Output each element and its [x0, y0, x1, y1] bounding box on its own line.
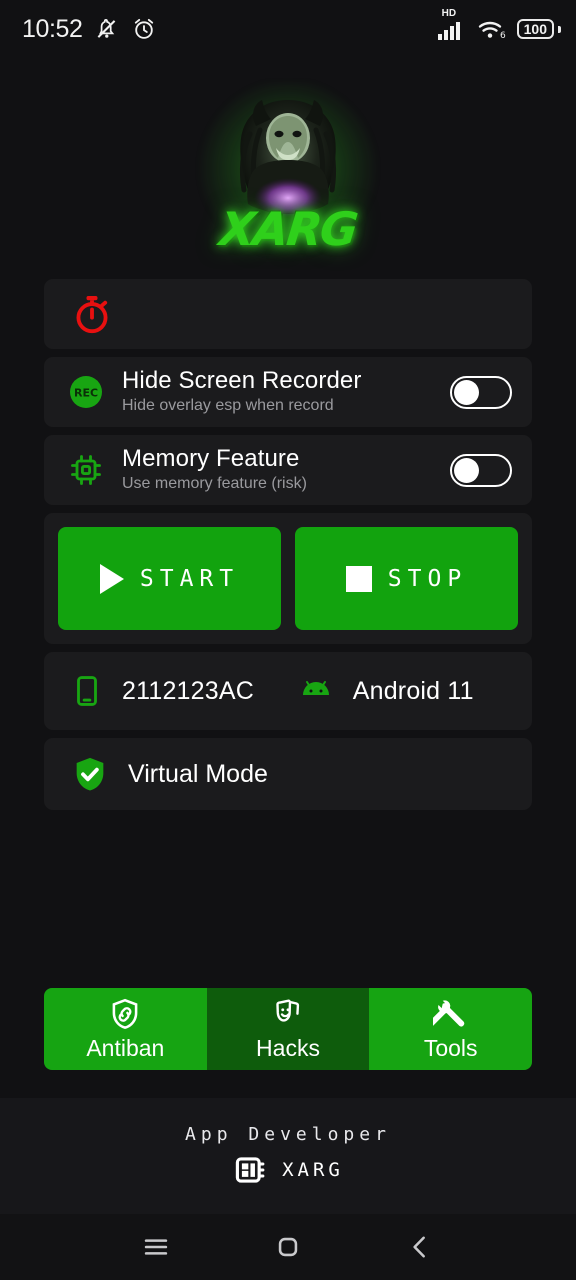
svg-text:REC: REC [74, 387, 98, 400]
tab-hacks-label: Hacks [256, 1035, 320, 1061]
start-button-label: START [139, 565, 240, 592]
footer-developer: XARG [232, 1152, 344, 1188]
timer-card[interactable] [44, 279, 532, 349]
tab-tools[interactable]: Tools [369, 988, 532, 1070]
status-time: 10:52 [22, 14, 83, 43]
battery-indicator: 100 [516, 19, 554, 39]
device-model: 2112123AC [122, 676, 255, 705]
tab-tools-label: Tools [423, 1035, 478, 1061]
signal-bars-icon: HD [437, 8, 467, 41]
theater-masks-icon [276, 999, 300, 1022]
chip-dashboard-icon [235, 1157, 265, 1183]
bell-muted-icon [97, 19, 115, 38]
start-button[interactable]: START [58, 527, 281, 630]
row-subtitle: Hide overlay esp when record [122, 396, 334, 414]
status-bar-right: HD 6 100 [437, 8, 554, 41]
stop-button[interactable]: STOP [295, 527, 518, 630]
footer-title: App Developer [185, 1124, 391, 1145]
android-robot-icon [302, 681, 329, 695]
footer-developer-name: XARG [282, 1159, 344, 1181]
android-nav-bar [0, 1214, 576, 1280]
row-hide-screen-recorder[interactable]: REC Hide Screen Recorder Hide overlay es… [44, 357, 532, 427]
shield-check-icon [76, 757, 104, 791]
tab-antiban[interactable]: Antiban [44, 988, 207, 1070]
hd-label: HD [441, 8, 457, 19]
toggle-memory-feature[interactable] [450, 453, 512, 487]
status-bar: 10:52 HD 6 100 [0, 0, 576, 58]
device-model-group: 2112123AC [70, 674, 297, 708]
status-bar-left: 10:52 [22, 15, 157, 44]
tab-hacks[interactable]: Hacks [206, 988, 370, 1070]
app-screen: 10:52 HD 6 100 XARG REC Hide Screen Reco… [0, 0, 576, 1280]
svg-text:6: 6 [500, 31, 506, 41]
menu-hamburger-icon[interactable] [133, 1224, 179, 1270]
stopwatch-icon [76, 296, 108, 334]
play-triangle-icon [99, 563, 124, 594]
stop-button-label: STOP [387, 565, 468, 592]
home-square-icon[interactable] [265, 1224, 311, 1270]
row-text-group: Memory Feature Use memory feature (risk) [122, 444, 434, 495]
row-subtitle: Use memory feature (risk) [122, 474, 307, 492]
logo-brand-text: XARG [217, 201, 359, 256]
shield-link-icon [112, 998, 138, 1029]
back-chevron-icon[interactable] [397, 1224, 443, 1270]
smartphone-icon [77, 676, 97, 706]
actions-card: START STOP [44, 513, 532, 644]
row-text-group: Hide Screen Recorder Hide overlay esp wh… [122, 366, 434, 417]
rec-record-icon: REC [66, 372, 106, 412]
memory-chip-icon [66, 450, 106, 490]
app-logo: XARG [0, 64, 576, 279]
row-title: Hide Screen Recorder [122, 366, 362, 394]
bottom-tab-bar: Antiban Hacks Tools [44, 988, 532, 1070]
stop-square-icon [345, 565, 372, 592]
device-os: Android 11 [352, 676, 474, 705]
virtual-mode-label: Virtual Mode [128, 759, 268, 788]
alarm-clock-icon [134, 18, 153, 39]
row-title: Memory Feature [122, 444, 300, 472]
device-os-group: Android 11 [297, 677, 474, 706]
toggle-hide-screen-recorder[interactable] [450, 375, 512, 409]
wrench-screwdriver-icon [432, 1000, 464, 1027]
wifi-6-icon: 6 [478, 21, 506, 41]
tab-antiban-label: Antiban [86, 1035, 165, 1061]
virtual-mode-card[interactable]: Virtual Mode [44, 738, 532, 810]
device-info-card: 2112123AC Android 11 [44, 652, 532, 730]
row-memory-feature[interactable]: Memory Feature Use memory feature (risk) [44, 435, 532, 505]
footer: App Developer XARG [0, 1098, 576, 1214]
